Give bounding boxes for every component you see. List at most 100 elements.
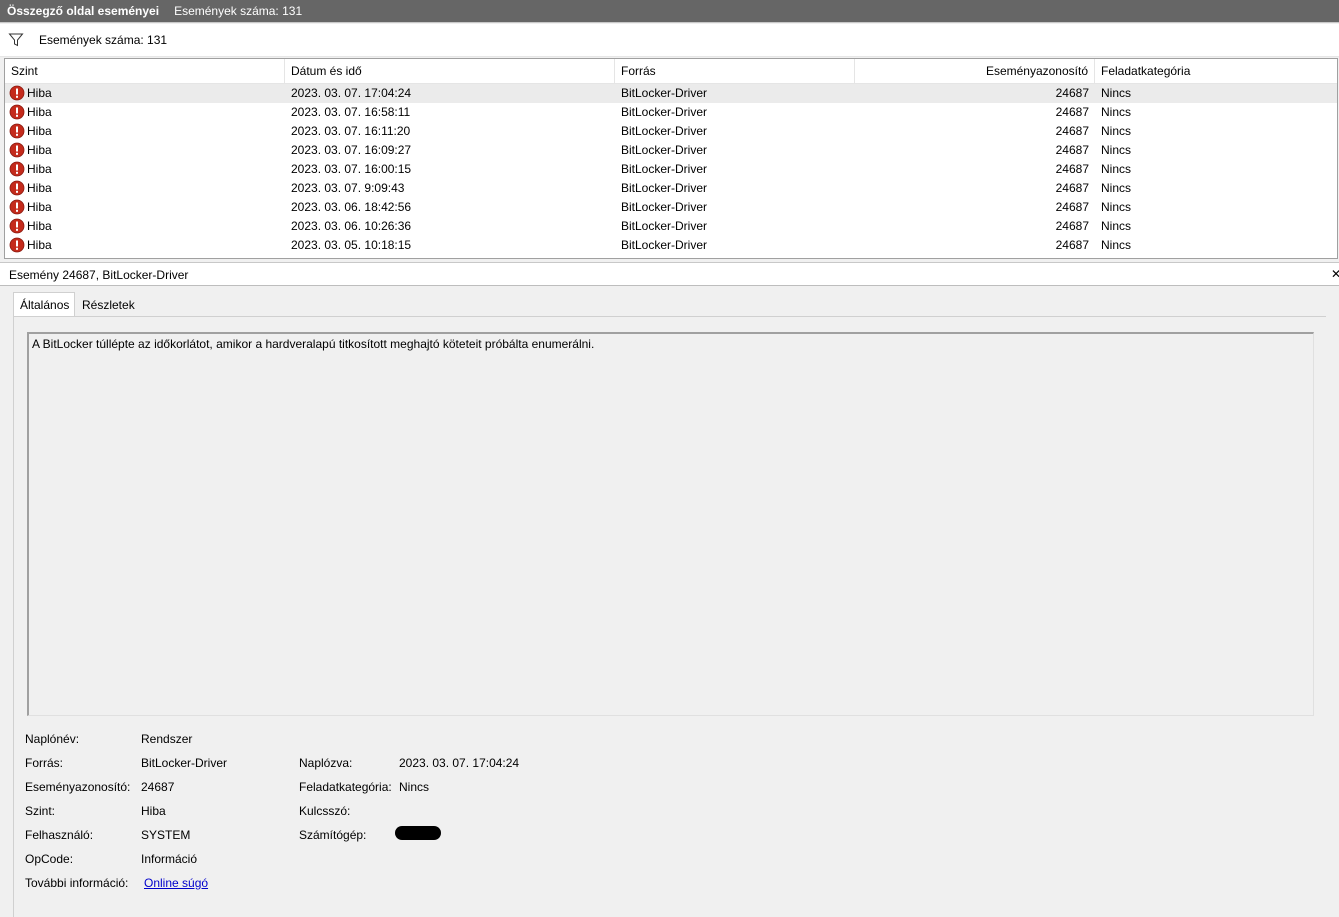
cell-source: BitLocker-Driver <box>621 238 708 252</box>
cell-event-id: 24687 <box>1055 105 1089 119</box>
cell-date: 2023. 03. 07. 17:04:24 <box>291 86 412 100</box>
cell-level: Hiba <box>5 122 285 141</box>
column-header-category[interactable]: Feladatkategória <box>1095 59 1337 83</box>
table-row[interactable]: Hiba 2023. 03. 07. 16:11:20 BitLocker-Driv… <box>5 122 1337 141</box>
cell-source: BitLocker-Driver <box>621 124 708 138</box>
cell-category: Nincs <box>1101 181 1132 195</box>
error-icon <box>9 180 25 196</box>
error-icon <box>9 237 25 253</box>
cell-source: BitLocker-Driver <box>621 162 708 176</box>
cell-source: BitLocker-Driver <box>621 200 708 214</box>
title-bar: Összegző oldal eseményei Események száma… <box>0 0 1339 23</box>
cell-category: Nincs <box>1101 86 1132 100</box>
cell-category: Nincs <box>1101 238 1132 252</box>
table-row[interactable]: Hiba 2023. 03. 05. 10:18:15 BitLocker-Driv… <box>5 236 1337 255</box>
table-row[interactable]: Hiba 2023. 03. 07. 16:00:15 BitLocker-Driv… <box>5 160 1337 179</box>
event-id-value: 24687 <box>141 780 175 794</box>
cell-level: Hiba <box>5 236 285 255</box>
cell-date: 2023. 03. 07. 9:09:43 <box>291 181 405 195</box>
cell-source: BitLocker-Driver <box>621 86 708 100</box>
cell-level: Hiba <box>5 103 285 122</box>
event-detail-header: Esemény 24687, BitLocker-Driver ✕ <box>0 262 1339 286</box>
table-row[interactable]: Hiba 2023. 03. 06. 10:26:36 BitLocker-Driv… <box>5 217 1337 236</box>
computer-label: Számítógép: <box>299 828 367 842</box>
cell-level: Hiba <box>5 160 285 179</box>
cell-date: 2023. 03. 05. 10:18:15 <box>291 238 412 252</box>
online-help-link[interactable]: Online súgó <box>144 876 208 890</box>
cell-event-id: 24687 <box>1055 86 1089 100</box>
error-icon <box>9 123 25 139</box>
event-description[interactable]: A BitLocker túllépte az időkorlátot, ami… <box>27 332 1314 716</box>
level-text: Hiba <box>27 238 52 252</box>
source-label: Forrás: <box>25 756 64 770</box>
cell-date: 2023. 03. 06. 10:26:36 <box>291 219 412 233</box>
error-icon <box>9 199 25 215</box>
opcode-value: Információ <box>141 852 198 866</box>
opcode-label: OpCode: <box>25 852 74 866</box>
title-event-count: Események száma: 131 <box>174 4 303 18</box>
event-list-header: Szint Dátum és idő Forrás Eseményazonosí… <box>5 59 1337 84</box>
level-text: Hiba <box>27 200 52 214</box>
cell-level: Hiba <box>5 141 285 160</box>
redacted-computer-name <box>395 826 441 840</box>
cell-event-id: 24687 <box>1055 143 1089 157</box>
event-count-label: Események száma: 131 <box>39 33 168 47</box>
log-name-label: Naplónév: <box>25 732 80 746</box>
tab-general[interactable]: Általános <box>13 292 75 317</box>
page-title: Összegző oldal eseményei <box>7 4 160 18</box>
event-list[interactable]: Szint Dátum és idő Forrás Eseményazonosí… <box>4 58 1338 259</box>
table-row[interactable]: Hiba 2023. 03. 07. 9:09:43 BitLocker-Drive… <box>5 179 1337 198</box>
cell-source: BitLocker-Driver <box>621 219 708 233</box>
level-value: Hiba <box>141 804 166 818</box>
logged-label: Naplózva: <box>299 756 353 770</box>
tab-details[interactable]: Részletek <box>76 294 135 316</box>
table-row[interactable]: Hiba 2023. 03. 07. 16:09:27 BitLocker-Driv… <box>5 141 1337 160</box>
cell-date: 2023. 03. 07. 16:09:27 <box>291 143 412 157</box>
error-icon <box>9 85 25 101</box>
level-text: Hiba <box>27 219 52 233</box>
more-info-label: További információ: <box>25 876 129 890</box>
funnel-icon[interactable] <box>8 32 24 48</box>
category-label: Feladatkategória: <box>299 780 392 794</box>
user-value: SYSTEM <box>141 828 191 842</box>
event-rows: Hiba 2023. 03. 07. 17:04:24 BitLocker-Driv… <box>5 84 1337 255</box>
level-text: Hiba <box>27 162 52 176</box>
level-text: Hiba <box>27 105 52 119</box>
cell-category: Nincs <box>1101 219 1132 233</box>
cell-source: BitLocker-Driver <box>621 143 708 157</box>
column-header-event-id[interactable]: Eseményazonosító <box>855 59 1095 83</box>
level-text: Hiba <box>27 143 52 157</box>
cell-event-id: 24687 <box>1055 162 1089 176</box>
cell-category: Nincs <box>1101 143 1132 157</box>
error-icon <box>9 161 25 177</box>
cell-level: Hiba <box>5 179 285 198</box>
cell-event-id: 24687 <box>1055 219 1089 233</box>
cell-category: Nincs <box>1101 105 1132 119</box>
cell-category: Nincs <box>1101 162 1132 176</box>
level-text: Hiba <box>27 86 52 100</box>
error-icon <box>9 218 25 234</box>
keyword-label: Kulcsszó: <box>299 804 351 818</box>
filter-bar: Események száma: 131 <box>0 24 1339 57</box>
user-label: Felhasználó: <box>25 828 94 842</box>
cell-event-id: 24687 <box>1055 238 1089 252</box>
cell-level: Hiba <box>5 217 285 236</box>
cell-level: Hiba <box>5 198 285 217</box>
table-row[interactable]: Hiba 2023. 03. 07. 17:04:24 BitLocker-Driv… <box>5 84 1337 103</box>
level-label: Szint: <box>25 804 56 818</box>
cell-source: BitLocker-Driver <box>621 105 708 119</box>
cell-date: 2023. 03. 07. 16:11:20 <box>291 124 411 138</box>
source-value: BitLocker-Driver <box>141 756 228 770</box>
table-row[interactable]: Hiba 2023. 03. 06. 18:42:56 BitLocker-Driv… <box>5 198 1337 217</box>
close-icon[interactable]: ✕ <box>1331 267 1339 281</box>
table-row[interactable]: Hiba 2023. 03. 07. 16:58:11 BitLocker-Driv… <box>5 103 1337 122</box>
cell-date: 2023. 03. 07. 16:00:15 <box>291 162 412 176</box>
column-header-date[interactable]: Dátum és idő <box>285 59 615 83</box>
cell-date: 2023. 03. 07. 16:58:11 <box>291 105 411 119</box>
column-header-level[interactable]: Szint <box>5 59 285 83</box>
error-icon <box>9 104 25 120</box>
cell-event-id: 24687 <box>1055 200 1089 214</box>
log-name-value: Rendszer <box>141 732 193 746</box>
column-header-source[interactable]: Forrás <box>615 59 855 83</box>
cell-source: BitLocker-Driver <box>621 181 708 195</box>
